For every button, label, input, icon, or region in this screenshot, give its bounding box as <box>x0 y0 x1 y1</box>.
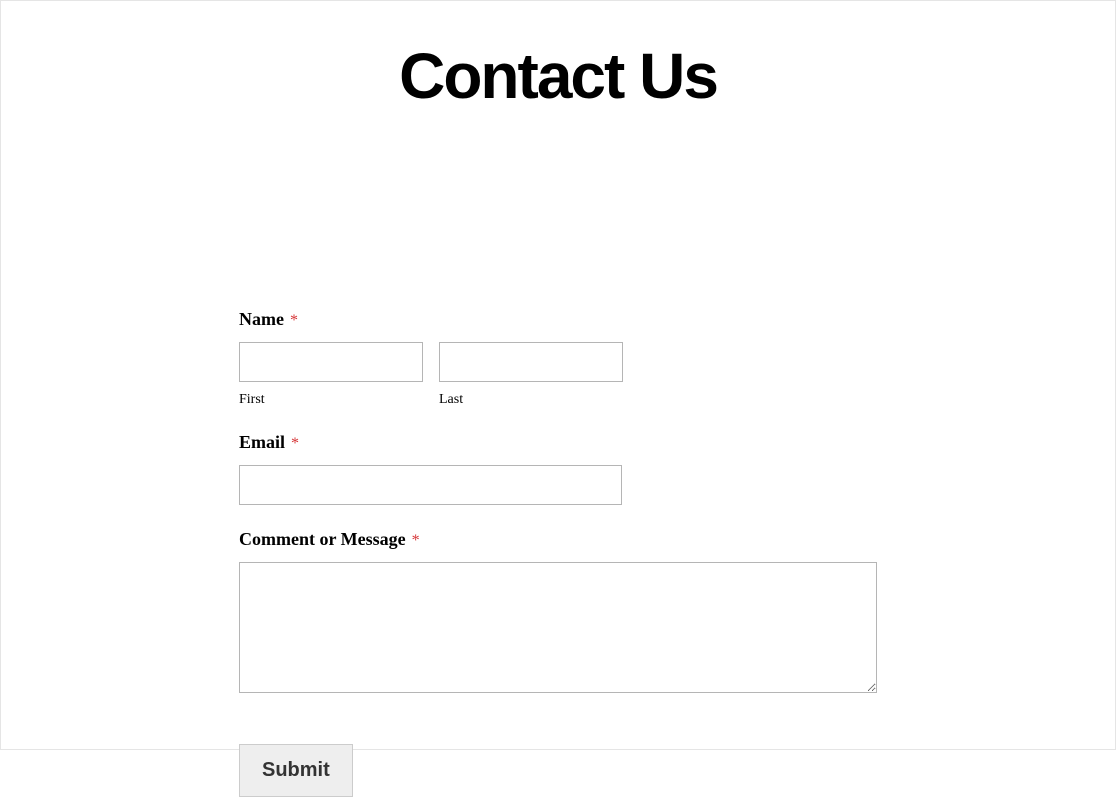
email-required-marker: * <box>291 435 299 452</box>
comment-field-group: Comment or Message * <box>239 529 879 698</box>
comment-required-marker: * <box>412 532 420 549</box>
name-label: Name <box>239 309 284 330</box>
submit-button[interactable]: Submit <box>239 744 353 797</box>
first-name-sublabel: First <box>239 392 423 408</box>
name-row: First Last <box>239 342 879 408</box>
contact-form: Name * First Last Email * Comment or Mes… <box>239 309 879 797</box>
first-name-column: First <box>239 342 423 408</box>
name-field-group: Name * First Last <box>239 309 879 408</box>
first-name-input[interactable] <box>239 342 423 382</box>
email-field-group: Email * <box>239 432 879 505</box>
last-name-sublabel: Last <box>439 392 623 408</box>
comment-textarea[interactable] <box>239 562 877 693</box>
last-name-input[interactable] <box>439 342 623 382</box>
name-required-marker: * <box>290 312 298 329</box>
last-name-column: Last <box>439 342 623 408</box>
email-input[interactable] <box>239 465 622 505</box>
email-label: Email <box>239 432 285 453</box>
page-title: Contact Us <box>1 39 1115 113</box>
comment-label: Comment or Message <box>239 529 406 550</box>
